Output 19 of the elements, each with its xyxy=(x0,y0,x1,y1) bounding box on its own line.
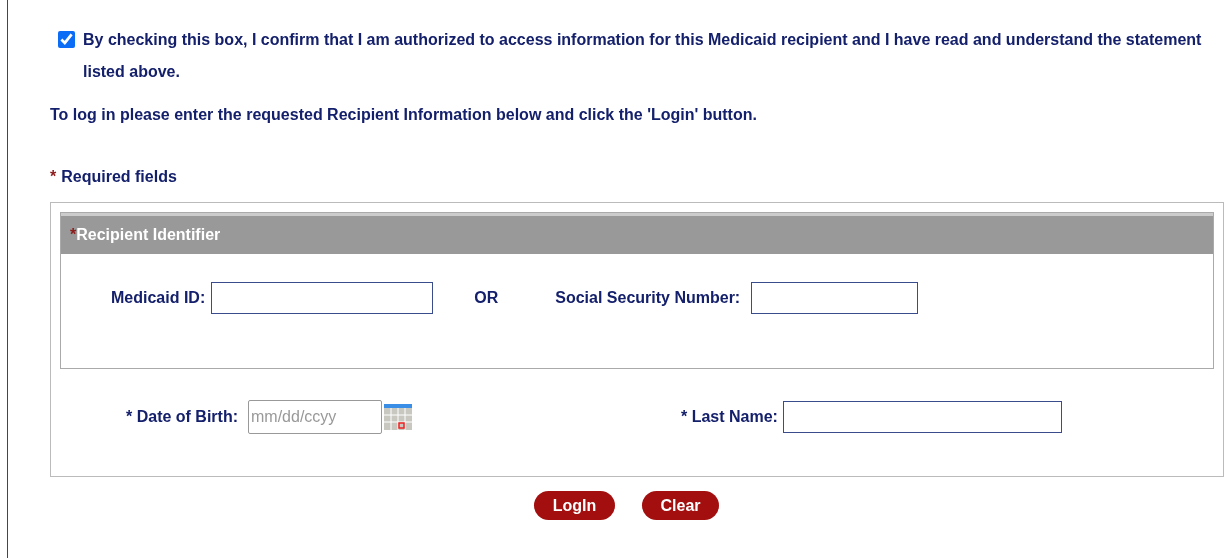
consent-checkbox[interactable] xyxy=(58,31,75,48)
calendar-icon[interactable] xyxy=(384,403,412,430)
required-asterisk: * xyxy=(70,225,77,245)
instruction-text: To log in please enter the requested Recipient Information below and click the 'Login' button. xyxy=(50,106,757,123)
clear-button[interactable]: Clear xyxy=(642,491,719,520)
required-asterisk: * xyxy=(50,167,57,187)
field-label: * Date of Birth: xyxy=(126,406,238,427)
field-label: * Last Name: xyxy=(681,406,778,427)
field-label: Social Security Number: xyxy=(555,288,741,308)
field-label: Medicaid ID: xyxy=(111,288,206,308)
last-name-field[interactable] xyxy=(782,400,1062,433)
or-text: OR xyxy=(474,288,499,308)
required-fields-text: Required fields xyxy=(61,167,177,187)
login-button[interactable]: LogIn xyxy=(534,491,615,520)
consent-text: By checking this box, I confirm that I am authorized to access information for this Medicaid recipient and I have read and understand the statement listed above. xyxy=(83,30,1203,82)
date-of-birth-field[interactable]: mm/dd/ccyy xyxy=(248,399,382,434)
medicaid-id-field[interactable] xyxy=(211,282,434,314)
section-title: Recipient Identifier xyxy=(76,225,221,245)
ssn-field[interactable] xyxy=(751,282,919,314)
